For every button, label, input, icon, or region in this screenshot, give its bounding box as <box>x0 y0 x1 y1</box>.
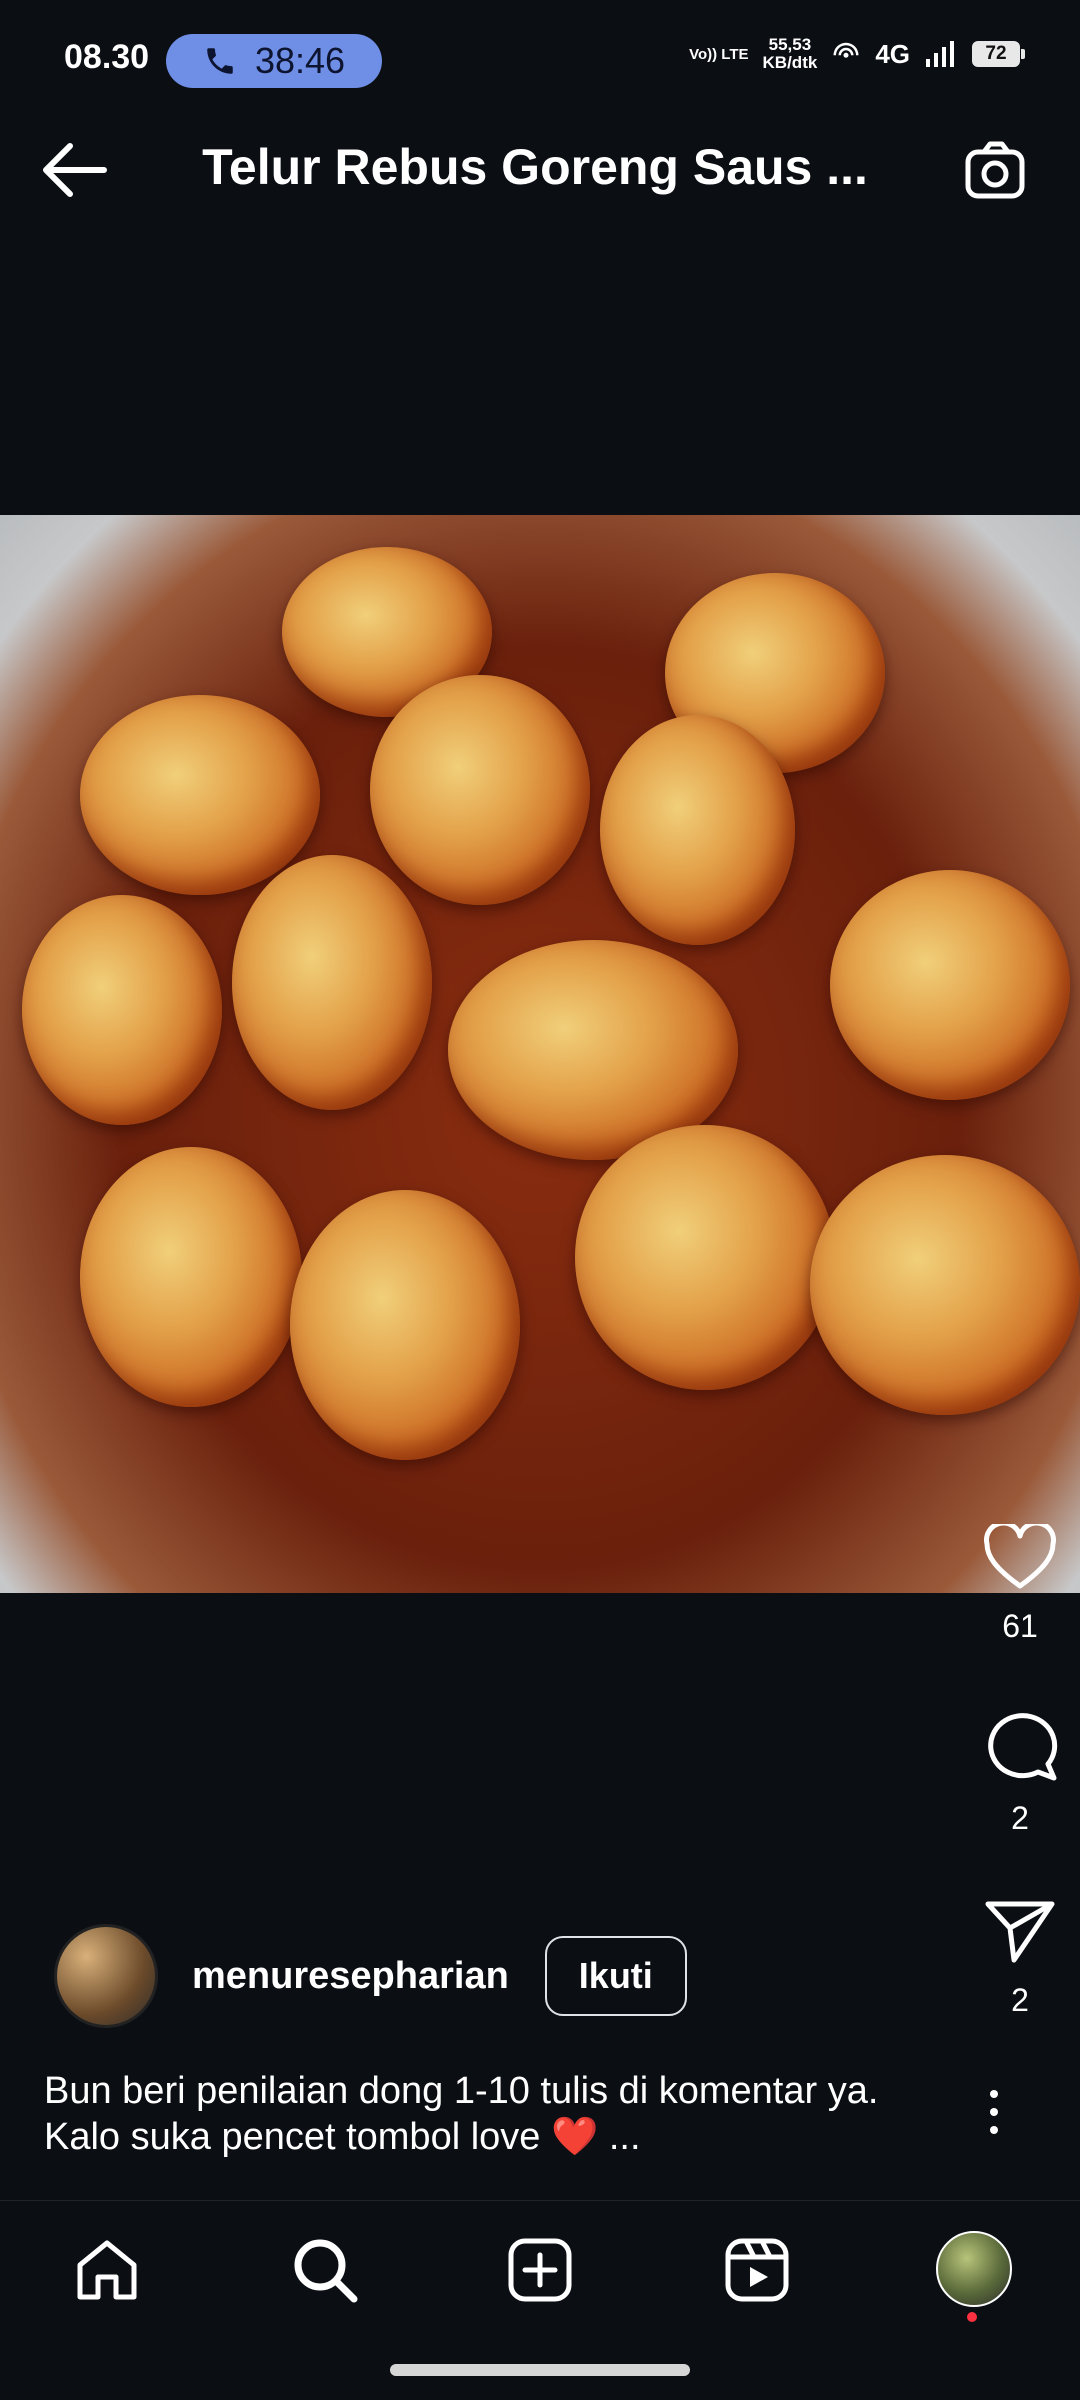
network-speed-value: 55,53 <box>768 35 812 54</box>
call-duration: 38:46 <box>254 40 346 81</box>
post-header: Telur Rebus Goreng Saus ... <box>0 120 1080 220</box>
network-type: 4G <box>875 38 910 69</box>
network-speed-unit: KB/dtk <box>762 53 818 72</box>
egg <box>80 1147 302 1407</box>
notification-dot <box>967 2312 977 2322</box>
search-icon[interactable] <box>290 2235 360 2305</box>
follow-button[interactable]: Ikuti <box>544 1936 687 2016</box>
plus-square-icon[interactable] <box>505 2235 575 2305</box>
egg <box>80 695 320 895</box>
hotspot-icon <box>833 42 859 58</box>
phone-icon <box>207 48 233 74</box>
caption-line-1: Bun beri penilaian dong 1-10 tulis di ko… <box>44 2070 879 2112</box>
status-time: 08.30 <box>64 38 150 76</box>
signal-icon <box>926 41 954 67</box>
network-speed: 55,53 KB/dtk <box>763 36 818 72</box>
bottom-nav <box>0 2200 1080 2331</box>
home-icon[interactable] <box>72 2235 142 2305</box>
comment-icon[interactable] <box>982 1708 1058 1782</box>
post-caption[interactable]: Bun beri penilaian dong 1-10 tulis di ko… <box>44 2068 944 2160</box>
comment-count: 2 <box>1011 1800 1029 1836</box>
caption-line-2: Kalo suka pencet tombol love ❤️ ... <box>44 2116 641 2158</box>
ongoing-call-pill[interactable]: 38:46 <box>166 34 382 88</box>
post-author: menuresepharian Ikuti <box>54 1924 687 2028</box>
post-image[interactable] <box>0 515 1080 1593</box>
reels-icon[interactable] <box>722 2235 792 2305</box>
send-icon[interactable] <box>984 1898 1056 1964</box>
arrow-left-icon[interactable] <box>40 140 110 200</box>
page-title: Telur Rebus Goreng Saus ... <box>202 139 868 195</box>
more-vertical-icon[interactable] <box>990 2090 1002 2144</box>
volte-indicator: Vo)) LTE <box>689 45 749 63</box>
home-indicator[interactable] <box>390 2364 690 2376</box>
egg <box>575 1125 835 1390</box>
avatar[interactable] <box>54 1924 158 2028</box>
egg <box>290 1190 520 1460</box>
heart-icon[interactable] <box>983 1524 1057 1590</box>
like-count: 61 <box>1002 1608 1038 1644</box>
post-actions: 61 2 2 <box>960 0 1080 2400</box>
comment-action[interactable]: 2 <box>960 1708 1080 1837</box>
share-action[interactable]: 2 <box>960 1898 1080 2019</box>
egg <box>370 675 590 905</box>
like-action[interactable]: 61 <box>960 1524 1080 1645</box>
egg <box>232 855 432 1110</box>
profile-avatar[interactable] <box>936 2231 1012 2307</box>
share-count: 2 <box>1011 1982 1029 2018</box>
username[interactable]: menuresepharian <box>192 1955 509 1998</box>
egg <box>22 895 222 1125</box>
egg <box>600 715 795 945</box>
status-bar: 08.30 38:46 Vo)) LTE 55,53 KB/dtk 4G 72 <box>0 0 1080 92</box>
